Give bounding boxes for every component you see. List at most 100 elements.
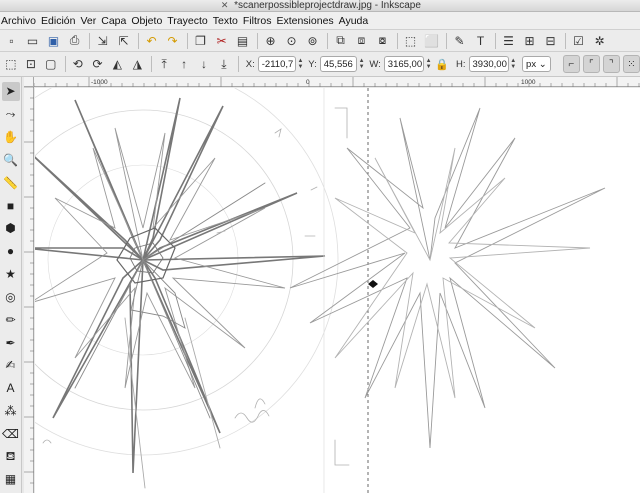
scale-corners-icon[interactable]: ⌜: [582, 55, 600, 73]
menu-capa[interactable]: Capa: [101, 15, 131, 27]
cut-icon[interactable]: ✂: [212, 31, 231, 50]
menu-filtros[interactable]: Filtros: [243, 15, 277, 27]
import-icon[interactable]: ⇲: [93, 31, 112, 50]
gradient-tool-icon[interactable]: ▦: [2, 470, 20, 489]
calligraphy-tool-icon[interactable]: ✍: [2, 356, 20, 375]
ruler-label: 1000: [521, 79, 536, 86]
unit-select[interactable]: px ⌄: [522, 56, 551, 72]
duplicate-icon[interactable]: ⧉: [331, 31, 350, 50]
vertical-ruler[interactable]: [24, 86, 34, 493]
h-spinner[interactable]: ▲ ▼: [510, 56, 518, 72]
x-field[interactable]: -2110,7: [257, 56, 296, 72]
undo-icon[interactable]: ↶: [142, 31, 161, 50]
ruler-label: 0: [306, 79, 310, 86]
rectangle-tool-icon[interactable]: ■: [2, 196, 20, 215]
star-tool-icon[interactable]: ★: [2, 265, 20, 284]
chevron-down-icon: ⌄: [538, 58, 547, 70]
group-icon[interactable]: ⬚: [401, 31, 420, 50]
xml-editor-icon[interactable]: ⊞: [520, 31, 539, 50]
menu-trayecto[interactable]: Trayecto: [167, 15, 212, 27]
save-icon[interactable]: ▣: [44, 31, 63, 50]
document-properties-icon[interactable]: ☑: [569, 31, 588, 50]
lower-icon[interactable]: ↓: [195, 55, 213, 74]
lock-icon[interactable]: 🔒: [435, 58, 449, 71]
text-font-icon[interactable]: T: [471, 31, 490, 50]
separator: [397, 32, 398, 49]
layers-icon[interactable]: ☰: [499, 31, 518, 50]
menu-archivo[interactable]: Archivo: [1, 15, 41, 27]
flip-horizontal-icon[interactable]: ◭: [108, 55, 126, 74]
scanned-sketch: [35, 88, 350, 489]
menu-ayuda[interactable]: Ayuda: [339, 15, 374, 27]
separator: [138, 32, 139, 49]
menu-extensiones[interactable]: Extensiones: [276, 15, 338, 27]
zoom-drawing-icon[interactable]: ⊙: [282, 31, 301, 50]
w-field[interactable]: 3165,00: [383, 56, 424, 72]
fill-stroke-icon[interactable]: ✎: [450, 31, 469, 50]
h-label: H:: [456, 58, 466, 70]
rotate-cw-icon[interactable]: ⟳: [89, 55, 107, 74]
node-tool-icon[interactable]: ⤳: [2, 105, 20, 124]
paint-bucket-tool-icon[interactable]: ⛾: [2, 447, 20, 466]
selector-tool-icon[interactable]: ➤: [1, 82, 20, 101]
menu-ver[interactable]: Ver: [80, 15, 101, 27]
redo-icon[interactable]: ↷: [163, 31, 182, 50]
pencil-tool-icon[interactable]: ✏: [2, 310, 20, 329]
paste-icon[interactable]: ▤: [233, 31, 252, 50]
select-all-icon[interactable]: ⬚: [2, 55, 20, 74]
ellipse-tool-icon[interactable]: ●: [2, 242, 20, 261]
preferences-icon[interactable]: ✲: [590, 31, 609, 50]
zoom-tool-icon[interactable]: 🔍: [2, 150, 20, 169]
h-field[interactable]: 3930,00: [468, 56, 509, 72]
raise-icon[interactable]: ↑: [175, 55, 193, 74]
separator: [151, 56, 153, 72]
pen-tool-icon[interactable]: ✒: [2, 333, 20, 352]
ruler-corner: [24, 77, 34, 87]
raise-to-top-icon[interactable]: ⤒: [155, 55, 173, 74]
flip-vertical-icon[interactable]: ◮: [128, 55, 146, 74]
measure-tool-icon[interactable]: 📏: [2, 173, 20, 192]
menu-edicion[interactable]: Edición: [41, 15, 80, 27]
y-field[interactable]: 45,556: [319, 56, 357, 72]
tool-controls-bar: ⬚ ⊡ ▢ ⟲ ⟳ ◭ ◮ ⤒ ↑ ↓ ⤓ X: -2110,7 ▲ ▼ Y: 4…: [0, 52, 640, 77]
open-file-icon[interactable]: ▭: [23, 31, 42, 50]
zoom-selection-icon[interactable]: ⊕: [261, 31, 280, 50]
separator: [446, 32, 447, 49]
separator: [187, 32, 188, 49]
box3d-tool-icon[interactable]: ⬢: [2, 219, 20, 238]
y-spinner[interactable]: ▲ ▼: [358, 56, 366, 72]
eraser-tool-icon[interactable]: ⌫: [2, 424, 20, 443]
resize-arrow-icon[interactable]: [368, 280, 378, 288]
print-icon[interactable]: ⎙: [65, 31, 84, 50]
unlink-clone-icon[interactable]: ⧇: [373, 31, 392, 50]
drawing-canvas[interactable]: [35, 88, 640, 493]
lower-to-bottom-icon[interactable]: ⤓: [215, 55, 233, 74]
zoom-page-icon[interactable]: ⊚: [303, 31, 322, 50]
tweak-tool-icon[interactable]: ✋: [2, 128, 20, 147]
clone-icon[interactable]: ⧈: [352, 31, 371, 50]
scale-stroke-icon[interactable]: ⌐: [562, 55, 580, 73]
inkscape-window: ✕ *scanerpossibleprojectdraw.jpg - Inksc…: [0, 0, 640, 493]
separator: [257, 32, 258, 49]
new-document-icon[interactable]: ▫: [2, 31, 21, 50]
w-spinner[interactable]: ▲ ▼: [425, 56, 433, 72]
horizontal-ruler[interactable]: -1000 0 1000: [33, 77, 640, 87]
menu-texto[interactable]: Texto: [213, 15, 243, 27]
deselect-icon[interactable]: ▢: [42, 55, 60, 74]
spiral-tool-icon[interactable]: ◎: [2, 287, 20, 306]
copy-icon[interactable]: ❐: [191, 31, 210, 50]
align-distribute-icon[interactable]: ⊟: [541, 31, 560, 50]
move-gradients-icon[interactable]: ⌝: [602, 55, 620, 73]
separator: [64, 56, 66, 72]
menu-objeto[interactable]: Objeto: [131, 15, 167, 27]
x-spinner[interactable]: ▲ ▼: [297, 56, 305, 72]
rotate-ccw-icon[interactable]: ⟲: [69, 55, 87, 74]
x-label: X:: [245, 58, 255, 70]
ruler-label: -1000: [91, 79, 108, 86]
ungroup-icon[interactable]: ⬜: [422, 31, 441, 50]
text-tool-icon[interactable]: A: [2, 379, 20, 398]
move-patterns-icon[interactable]: ⁙: [622, 55, 640, 73]
spray-tool-icon[interactable]: ⁂: [2, 402, 20, 421]
select-all-layers-icon[interactable]: ⊡: [22, 55, 40, 74]
export-icon[interactable]: ⇱: [114, 31, 133, 50]
